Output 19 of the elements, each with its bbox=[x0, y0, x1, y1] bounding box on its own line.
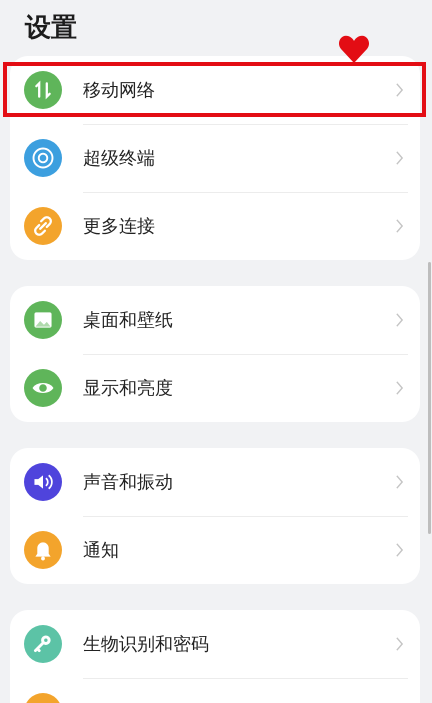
chevron-icon bbox=[395, 636, 404, 652]
setting-label[interactable]: 生物识别和密码 bbox=[83, 632, 209, 656]
setting-label[interactable]: 移动网络 bbox=[83, 78, 155, 102]
setting-label[interactable]: 超级终端 bbox=[83, 146, 155, 170]
chevron-icon bbox=[395, 150, 404, 166]
setting-label[interactable]: 通知 bbox=[83, 538, 119, 562]
chevron-icon bbox=[395, 542, 404, 558]
scrollbar[interactable] bbox=[428, 262, 431, 534]
chevron-icon bbox=[395, 82, 404, 98]
setting-label[interactable]: 桌面和壁纸 bbox=[83, 308, 173, 332]
page-title: 设置 bbox=[24, 12, 77, 45]
heart-icon bbox=[338, 34, 370, 64]
setting-label[interactable]: 声音和振动 bbox=[83, 470, 173, 494]
setting-label[interactable]: 更多连接 bbox=[83, 214, 155, 238]
setting-label[interactable]: 显示和亮度 bbox=[83, 376, 173, 400]
chevron-icon bbox=[395, 474, 404, 490]
chevron-icon bbox=[395, 380, 404, 396]
chevron-icon bbox=[395, 312, 404, 328]
chevron-icon bbox=[395, 218, 404, 234]
